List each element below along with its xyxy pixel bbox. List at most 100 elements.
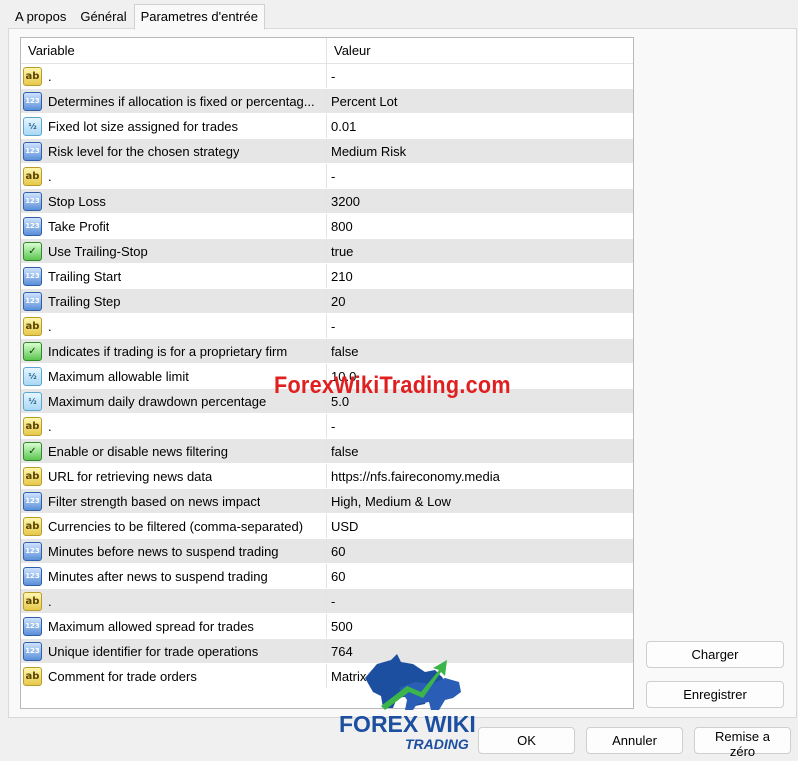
- parameter-value-cell[interactable]: 20: [327, 289, 633, 313]
- parameter-name: Minutes before news to suspend trading: [48, 543, 279, 559]
- parameter-value-cell[interactable]: true: [327, 239, 633, 263]
- parameter-variable-cell[interactable]: ab Currencies to be filtered (comma-separ…: [21, 514, 327, 538]
- parameter-variable-cell[interactable]: ✓ Indicates if trading is for a proprieta…: [21, 339, 327, 363]
- integer-type-icon: 123: [23, 266, 42, 286]
- parameter-value-cell[interactable]: Medium Risk: [327, 139, 633, 163]
- parameter-variable-cell[interactable]: 123 Trailing Start: [21, 264, 327, 288]
- parameter-row[interactable]: ab Currencies to be filtered (comma-separ…: [21, 514, 633, 539]
- integer-type-icon: 123: [23, 141, 42, 161]
- parameter-row[interactable]: ab. -: [21, 414, 633, 439]
- parameter-value-cell[interactable]: -: [327, 164, 633, 188]
- parameter-variable-cell[interactable]: 123 Filter strength based on news impact: [21, 489, 327, 513]
- parameter-value-cell[interactable]: https://nfs.faireconomy.media: [327, 464, 633, 488]
- parameter-value-cell[interactable]: 500: [327, 614, 633, 638]
- parameter-value-cell[interactable]: USD: [327, 514, 633, 538]
- parameter-value-cell[interactable]: 60: [327, 564, 633, 588]
- parameter-value-cell[interactable]: 60: [327, 539, 633, 563]
- parameter-row[interactable]: 123 Minutes after news to suspend trading…: [21, 564, 633, 589]
- parameter-row[interactable]: ✓ Indicates if trading is for a proprieta…: [21, 339, 633, 364]
- parameter-row[interactable]: 123 Stop Loss 3200: [21, 189, 633, 214]
- integer-type-icon: 123: [23, 541, 42, 561]
- parameter-variable-cell[interactable]: 123 Determines if allocation is fixed or …: [21, 89, 327, 113]
- parameter-row[interactable]: ab Comment for trade orders Matrix M: [21, 664, 633, 689]
- parameter-name: Stop Loss: [48, 193, 106, 209]
- parameter-variable-cell[interactable]: ab.: [21, 164, 327, 188]
- parameter-name: Minutes after news to suspend trading: [48, 568, 268, 584]
- parameter-value-cell[interactable]: High, Medium & Low: [327, 489, 633, 513]
- parameter-value-cell[interactable]: 210: [327, 264, 633, 288]
- boolean-type-icon: ✓: [23, 241, 42, 261]
- parameter-variable-cell[interactable]: 123 Minutes before news to suspend tradin…: [21, 539, 327, 563]
- parameter-variable-cell[interactable]: 123 Risk level for the chosen strategy: [21, 139, 327, 163]
- parameter-value-cell[interactable]: 10.0: [327, 364, 633, 388]
- integer-type-icon: 123: [23, 491, 42, 511]
- parameter-value-cell[interactable]: Matrix M: [327, 664, 633, 688]
- parameter-row[interactable]: ab. -: [21, 589, 633, 614]
- parameter-variable-cell[interactable]: 123 Take Profit: [21, 214, 327, 238]
- parameter-variable-cell[interactable]: 123 Trailing Step: [21, 289, 327, 313]
- parameter-variable-cell[interactable]: 123 Stop Loss: [21, 189, 327, 213]
- parameter-row[interactable]: 123 Take Profit 800: [21, 214, 633, 239]
- parameter-row[interactable]: ½ Fixed lot size assigned for trades 0.01: [21, 114, 633, 139]
- string-type-icon: ab: [23, 516, 42, 536]
- parameter-variable-cell[interactable]: ab.: [21, 64, 327, 88]
- parameter-row[interactable]: ½ Maximum allowable limit 10.0: [21, 364, 633, 389]
- parameter-row[interactable]: 123 Filter strength based on news impact H…: [21, 489, 633, 514]
- save-button[interactable]: Enregistrer: [646, 681, 784, 708]
- parameter-value-cell[interactable]: -: [327, 414, 633, 438]
- parameter-variable-cell[interactable]: 123 Minutes after news to suspend trading: [21, 564, 327, 588]
- parameter-name: .: [48, 318, 52, 334]
- parameter-value-cell[interactable]: 3200: [327, 189, 633, 213]
- parameter-value-cell[interactable]: -: [327, 589, 633, 613]
- parameter-row[interactable]: 123 Minutes before news to suspend tradin…: [21, 539, 633, 564]
- parameter-variable-cell[interactable]: 123 Maximum allowed spread for trades: [21, 614, 327, 638]
- parameter-row[interactable]: 123 Maximum allowed spread for trades 500: [21, 614, 633, 639]
- boolean-type-icon: ✓: [23, 441, 42, 461]
- parameter-variable-cell[interactable]: ½ Maximum daily drawdown percentage: [21, 389, 327, 413]
- cancel-button[interactable]: Annuler: [586, 727, 683, 754]
- parameter-name: URL for retrieving news data: [48, 468, 213, 484]
- parameter-variable-cell[interactable]: ab Comment for trade orders: [21, 664, 327, 688]
- parameter-variable-cell[interactable]: ab.: [21, 314, 327, 338]
- parameter-row[interactable]: ab URL for retrieving news data https://nf…: [21, 464, 633, 489]
- integer-type-icon: 123: [23, 291, 42, 311]
- reset-button[interactable]: Remise a zéro: [694, 727, 791, 759]
- parameter-row[interactable]: ab. -: [21, 64, 633, 89]
- parameter-row[interactable]: 123 Trailing Start 210: [21, 264, 633, 289]
- parameter-row[interactable]: ab. -: [21, 314, 633, 339]
- parameter-value-cell[interactable]: false: [327, 339, 633, 363]
- parameter-value-cell[interactable]: -: [327, 64, 633, 88]
- parameter-variable-cell[interactable]: ½ Maximum allowable limit: [21, 364, 327, 388]
- parameter-value-cell[interactable]: 0.01: [327, 114, 633, 138]
- parameter-value-cell[interactable]: Percent Lot: [327, 89, 633, 113]
- parameter-variable-cell[interactable]: 123 Unique identifier for trade operation…: [21, 639, 327, 663]
- parameter-row[interactable]: ab. -: [21, 164, 633, 189]
- parameter-value-cell[interactable]: 800: [327, 214, 633, 238]
- tab-about[interactable]: A propos: [8, 5, 73, 29]
- ok-button[interactable]: OK: [478, 727, 575, 754]
- column-header-value[interactable]: Valeur: [327, 38, 633, 63]
- load-button[interactable]: Charger: [646, 641, 784, 668]
- parameter-variable-cell[interactable]: ab.: [21, 589, 327, 613]
- parameter-value-cell[interactable]: 5.0: [327, 389, 633, 413]
- tab-general[interactable]: Général: [73, 5, 133, 29]
- parameter-variable-cell[interactable]: ✓ Enable or disable news filtering: [21, 439, 327, 463]
- column-header-variable[interactable]: Variable: [21, 38, 327, 63]
- parameter-value-cell[interactable]: 764: [327, 639, 633, 663]
- parameter-value-cell[interactable]: false: [327, 439, 633, 463]
- parameter-variable-cell[interactable]: ✓ Use Trailing-Stop: [21, 239, 327, 263]
- parameter-row[interactable]: ✓ Use Trailing-Stop true: [21, 239, 633, 264]
- tab-input-parameters[interactable]: Parametres d'entrée: [133, 4, 265, 30]
- parameter-variable-cell[interactable]: ab.: [21, 414, 327, 438]
- parameter-value-cell[interactable]: -: [327, 314, 633, 338]
- grid-body: ab. -123 Determines if allocation is fixed…: [21, 64, 633, 689]
- parameter-variable-cell[interactable]: ½ Fixed lot size assigned for trades: [21, 114, 327, 138]
- parameter-name: Maximum allowed spread for trades: [48, 618, 254, 634]
- parameter-row[interactable]: 123 Determines if allocation is fixed or …: [21, 89, 633, 114]
- parameter-row[interactable]: ½ Maximum daily drawdown percentage 5.0: [21, 389, 633, 414]
- parameter-row[interactable]: 123 Risk level for the chosen strategy Med…: [21, 139, 633, 164]
- parameter-variable-cell[interactable]: ab URL for retrieving news data: [21, 464, 327, 488]
- parameter-row[interactable]: 123 Trailing Step 20: [21, 289, 633, 314]
- parameter-row[interactable]: ✓ Enable or disable news filtering false: [21, 439, 633, 464]
- parameter-row[interactable]: 123 Unique identifier for trade operation…: [21, 639, 633, 664]
